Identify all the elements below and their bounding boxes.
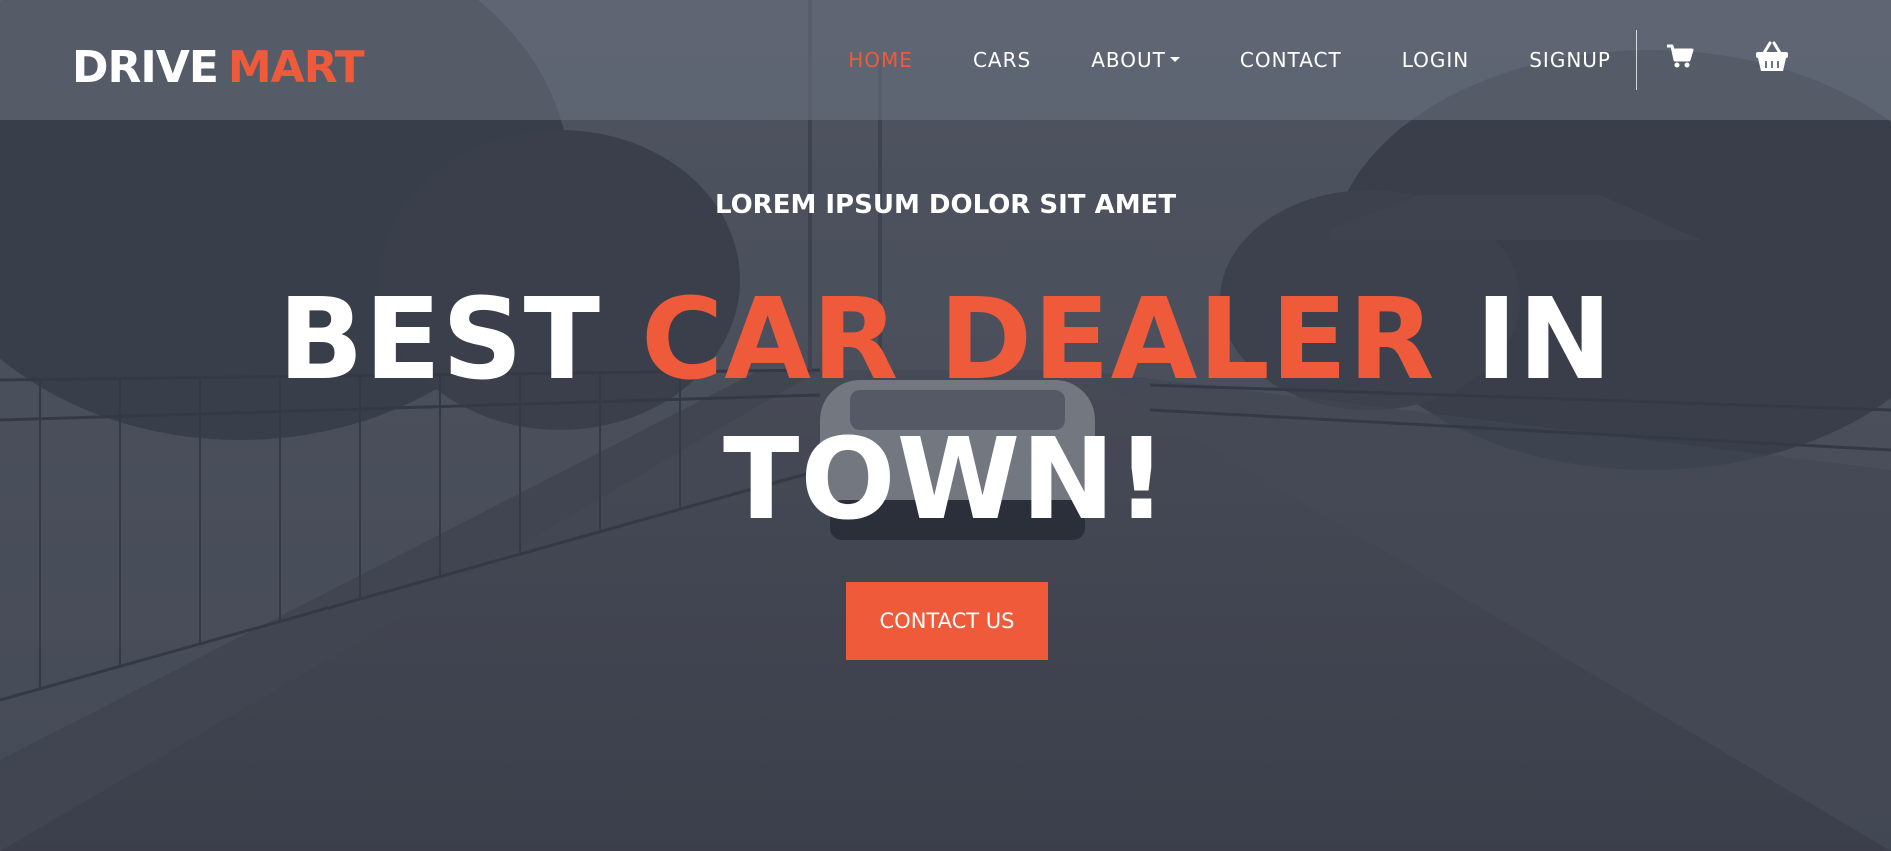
cart-button[interactable] — [1664, 40, 1700, 76]
contact-us-button[interactable]: CONTACT US — [846, 582, 1048, 660]
headline-line2: TOWN! — [723, 415, 1168, 545]
nav-item-label: HOME — [848, 48, 913, 72]
nav-item-signup[interactable]: SIGNUP — [1529, 48, 1611, 72]
brand-logo-part2: MART — [227, 42, 365, 93]
main-nav: HOME CARS ABOUT CONTACT LOGIN SIGNUP — [788, 0, 1611, 120]
hero-eyebrow: LOREM IPSUM DOLOR SIT AMET — [714, 190, 1177, 220]
nav-item-label: CARS — [972, 48, 1032, 72]
nav-item-home[interactable]: HOME — [848, 48, 913, 72]
cart-icon — [1667, 44, 1694, 68]
hero-headline: BEST CAR DEALER IN TOWN! — [0, 270, 1891, 550]
nav-item-login[interactable]: LOGIN — [1402, 48, 1470, 72]
nav-item-label: SIGNUP — [1529, 48, 1611, 72]
headline-line1: BEST CAR DEALER IN — [0, 270, 1891, 410]
basket-icon — [1756, 41, 1788, 71]
nav-item-contact[interactable]: CONTACT — [1240, 48, 1342, 72]
headline-part2: IN — [1475, 275, 1613, 405]
nav-item-label: ABOUT — [1091, 48, 1166, 72]
brand-logo[interactable]: DRIVE MART — [72, 40, 365, 96]
nav-item-cars[interactable]: CARS — [973, 48, 1031, 72]
hero-section: DRIVE MART HOME CARS ABOUT CONTACT LOGIN … — [0, 0, 1891, 851]
headline-highlight: CAR DEALER — [641, 275, 1436, 405]
nav-item-label: CONTACT — [1239, 48, 1342, 72]
navbar: DRIVE MART HOME CARS ABOUT CONTACT LOGIN … — [0, 0, 1891, 120]
caret-down-icon — [1169, 56, 1180, 62]
nav-item-about[interactable]: ABOUT — [1091, 48, 1180, 72]
headline-part1: BEST — [278, 275, 602, 405]
nav-item-label: LOGIN — [1401, 48, 1470, 72]
nav-divider — [1636, 30, 1637, 90]
brand-logo-part1: DRIVE — [72, 42, 219, 93]
basket-button[interactable] — [1754, 40, 1790, 76]
